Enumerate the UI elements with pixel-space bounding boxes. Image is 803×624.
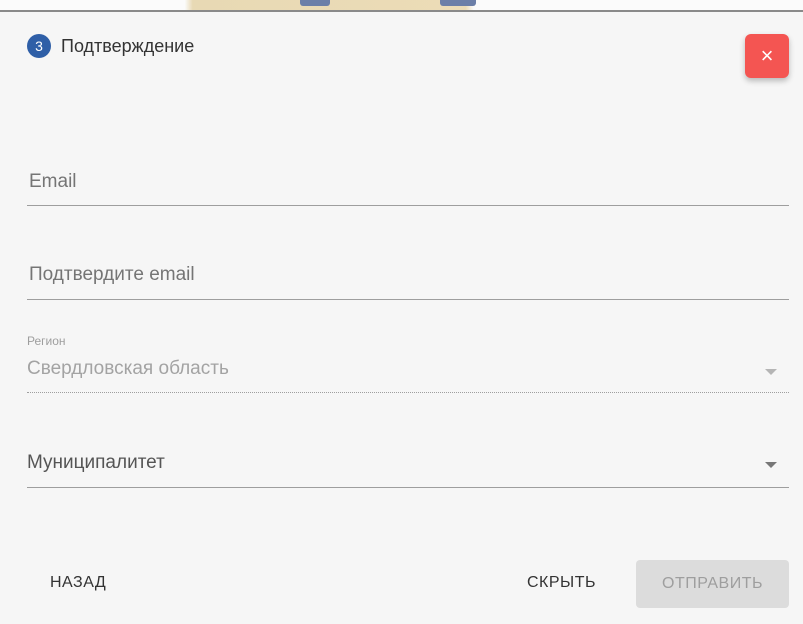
background-emblem-fragment [440,0,476,6]
region-label: Регион [27,334,66,348]
background-emblem-fragment [300,0,330,6]
hide-button[interactable]: СКРЫТЬ [527,574,596,592]
email-field[interactable] [27,162,789,208]
region-underline [27,392,789,393]
step-number-badge: 3 [27,34,51,58]
caret-down-icon [765,369,777,375]
background-header-strip [0,0,803,12]
step-title: Подтверждение [61,35,195,56]
back-button[interactable]: НАЗАД [50,574,106,592]
confirmation-dialog: 3 Подтверждение × Регион Свердловская об… [0,12,803,624]
email-underline [27,205,789,206]
close-button[interactable]: × [745,34,789,78]
email-input[interactable] [27,170,731,194]
region-value: Свердловская область [27,358,229,379]
region-select: Регион Свердловская область [27,334,789,396]
confirm-email-underline [27,299,789,300]
municipality-select[interactable]: Муниципалитет [27,444,789,490]
confirm-email-input[interactable] [27,263,731,287]
confirm-email-field[interactable] [27,255,789,301]
send-button[interactable]: ОТПРАВИТЬ [636,560,789,608]
municipality-placeholder: Муниципалитет [27,452,165,473]
step-header: 3 Подтверждение [27,34,194,58]
municipality-underline [27,487,789,488]
close-icon: × [760,43,774,68]
caret-down-icon[interactable] [765,462,777,468]
